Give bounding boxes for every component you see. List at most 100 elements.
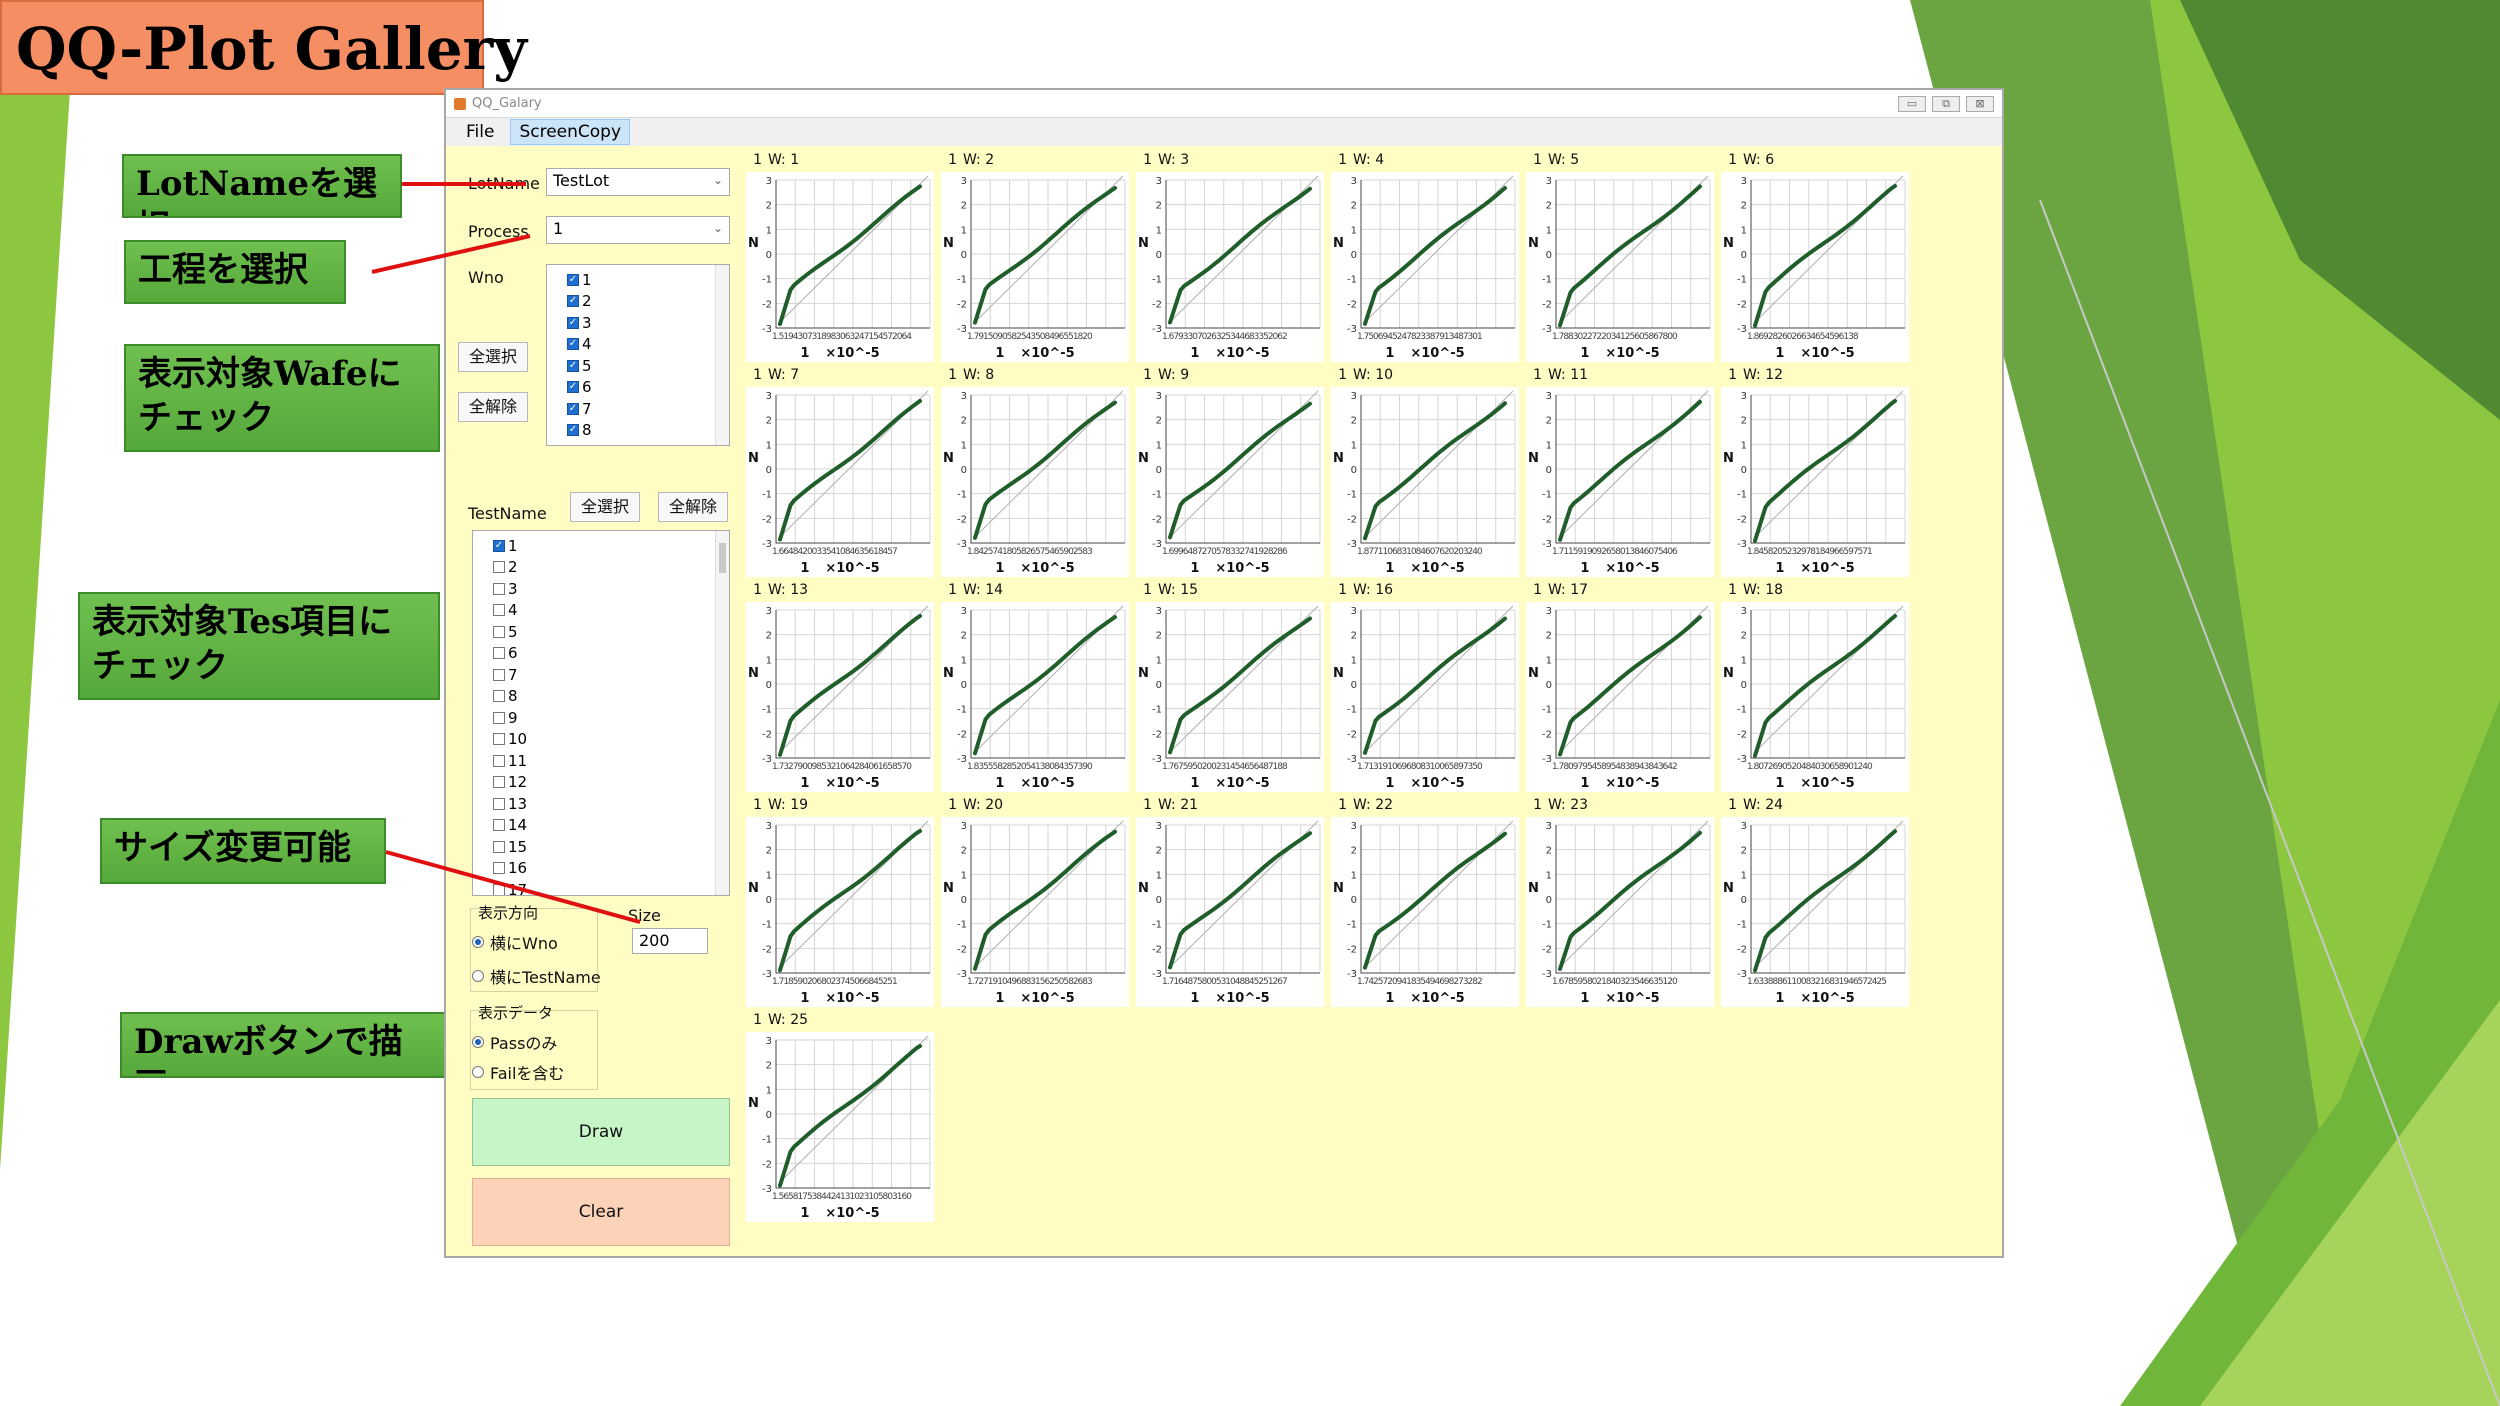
radio-direction-wno[interactable]: 横にWno — [472, 930, 558, 954]
qq-curve — [1363, 831, 1507, 970]
testname-clear-all-button[interactable]: 全解除 — [658, 492, 728, 522]
checkbox-icon[interactable] — [493, 647, 505, 660]
checkbox-icon[interactable] — [493, 690, 505, 703]
checkbox-icon[interactable] — [493, 625, 505, 638]
checkbox-icon[interactable] — [493, 840, 505, 853]
qq-plot-panel: 1 W: 14 3 2 1 0 -1 -2 -3 N 1.835558285205413808435… — [941, 582, 1129, 792]
y-tick-label: -3 — [1152, 539, 1162, 550]
x-axis-unit: ×10^-5 — [1800, 561, 1855, 576]
wno-clear-all-button[interactable]: 全解除 — [458, 392, 528, 422]
x-axis-label: 1 ×10^-5 — [1721, 776, 1909, 792]
wno-item-1[interactable]: ✓ 1 — [547, 269, 729, 291]
checkbox-icon[interactable]: ✓ — [567, 402, 579, 415]
process-value: 1 — [553, 219, 564, 238]
menu-screencopy[interactable]: ScreenCopy — [510, 119, 631, 145]
testname-item-14[interactable]: 14 — [473, 815, 729, 837]
wno-item-5[interactable]: ✓ 5 — [547, 355, 729, 377]
draw-button[interactable]: Draw — [472, 1098, 730, 1166]
testname-scrollbar[interactable] — [715, 531, 729, 895]
wno-scrollbar[interactable] — [715, 265, 729, 445]
menu-file[interactable]: File — [458, 120, 502, 144]
x-axis-label: 1 ×10^-5 — [1331, 776, 1519, 792]
wno-item-2[interactable]: ✓ 2 — [547, 291, 729, 313]
testname-item-7[interactable]: 7 — [473, 664, 729, 686]
y-tick-label: 3 — [1351, 391, 1357, 402]
checkbox-icon[interactable]: ✓ — [567, 381, 579, 394]
minimize-button[interactable]: ▭ — [1898, 96, 1926, 112]
testname-item-2[interactable]: 2 — [473, 557, 729, 579]
x-axis-test-number: 1 — [800, 991, 810, 1006]
checkbox-icon[interactable] — [493, 604, 505, 617]
x-axis-test-number: 1 — [1775, 991, 1785, 1006]
checkbox-icon[interactable] — [493, 819, 505, 832]
y-tick-label: 1 — [766, 870, 772, 881]
slide-title: QQ-Plot Gallery — [0, 0, 527, 95]
checkbox-icon[interactable]: ✓ — [567, 338, 579, 351]
maximize-button[interactable]: ⧉ — [1932, 96, 1960, 112]
wno-select-all-button[interactable]: 全選択 — [458, 342, 528, 372]
testname-item-12[interactable]: 12 — [473, 772, 729, 794]
checkbox-icon[interactable] — [493, 754, 505, 767]
testname-item-label: 15 — [508, 837, 528, 856]
checkbox-icon[interactable]: ✓ — [567, 359, 579, 372]
checkbox-icon[interactable] — [493, 883, 505, 895]
direction-group-label: 表示方向 — [478, 904, 539, 922]
testname-item-11[interactable]: 11 — [473, 750, 729, 772]
wno-checklist[interactable]: ✓ 1 ✓ 2 ✓ 3 ✓ 4 ✓ 5 ✓ 6 ✓ 7 ✓ 8 — [546, 264, 730, 446]
checkbox-icon[interactable]: ✓ — [567, 424, 579, 437]
testname-item-4[interactable]: 4 — [473, 600, 729, 622]
radio-direction-testname[interactable]: 横にTestName — [472, 964, 601, 988]
checkbox-icon[interactable]: ✓ — [493, 539, 505, 552]
size-input[interactable]: 200 — [632, 928, 708, 954]
testname-item-8[interactable]: 8 — [473, 686, 729, 708]
checkbox-icon[interactable] — [493, 797, 505, 810]
testname-checklist[interactable]: ✓ 1 2 3 4 5 6 7 8 9 10 11 12 13 14 15 16 17 — [472, 530, 730, 896]
y-axis-label: N — [1528, 881, 1539, 896]
radio-include-fail[interactable]: Failを含む — [472, 1060, 564, 1084]
qq-plot-panel: 1 W: 3 3 2 1 0 -1 -2 -3 N 1.6793307026325344683352… — [1136, 152, 1324, 362]
checkbox-icon[interactable] — [493, 776, 505, 789]
y-tick-label: -1 — [1347, 705, 1357, 716]
qq-plot-svg: 3 2 1 0 -1 -2 -3 — [1737, 390, 1906, 550]
wno-item-6[interactable]: ✓ 6 — [547, 377, 729, 399]
testname-item-3[interactable]: 3 — [473, 578, 729, 600]
checkbox-icon[interactable] — [493, 668, 505, 681]
qq-plot-svg: 3 2 1 0 -1 -2 -3 — [957, 605, 1126, 765]
y-tick-label: -2 — [1347, 514, 1357, 525]
testname-item-16[interactable]: 16 — [473, 858, 729, 880]
testname-item-17[interactable]: 17 — [473, 879, 729, 895]
x-axis-test-number: 1 — [995, 991, 1005, 1006]
process-combo[interactable]: 1 ⌄ — [546, 216, 730, 244]
testname-item-1[interactable]: ✓ 1 — [473, 535, 729, 557]
y-tick-label: 1 — [1351, 655, 1357, 666]
testname-item-13[interactable]: 13 — [473, 793, 729, 815]
wno-item-8[interactable]: ✓ 8 — [547, 420, 729, 442]
radio-pass-only[interactable]: Passのみ — [472, 1030, 557, 1054]
testname-select-all-button[interactable]: 全選択 — [570, 492, 640, 522]
qq-curve — [778, 614, 922, 757]
radio-icon — [472, 1036, 484, 1048]
checkbox-icon[interactable] — [493, 582, 505, 595]
y-tick-label: 3 — [766, 176, 772, 187]
checkbox-icon[interactable] — [493, 711, 505, 724]
testname-item-10[interactable]: 10 — [473, 729, 729, 751]
lotname-combo[interactable]: TestLot ⌄ — [546, 168, 730, 196]
testname-item-5[interactable]: 5 — [473, 621, 729, 643]
checkbox-icon[interactable]: ✓ — [567, 295, 579, 308]
checkbox-icon[interactable]: ✓ — [567, 273, 579, 286]
testname-item-15[interactable]: 15 — [473, 836, 729, 858]
checkbox-icon[interactable] — [493, 561, 505, 574]
checkbox-icon[interactable] — [493, 733, 505, 746]
x-axis-unit: ×10^-5 — [1020, 991, 1075, 1006]
close-button[interactable]: ⊠ — [1966, 96, 1994, 112]
wno-item-4[interactable]: ✓ 4 — [547, 334, 729, 356]
scrollbar-thumb[interactable] — [719, 543, 726, 573]
clear-button[interactable]: Clear — [472, 1178, 730, 1246]
y-axis-label: N — [748, 881, 759, 896]
testname-item-9[interactable]: 9 — [473, 707, 729, 729]
testname-item-6[interactable]: 6 — [473, 643, 729, 665]
wno-item-3[interactable]: ✓ 3 — [547, 312, 729, 334]
checkbox-icon[interactable] — [493, 862, 505, 875]
wno-item-7[interactable]: ✓ 7 — [547, 398, 729, 420]
checkbox-icon[interactable]: ✓ — [567, 316, 579, 329]
